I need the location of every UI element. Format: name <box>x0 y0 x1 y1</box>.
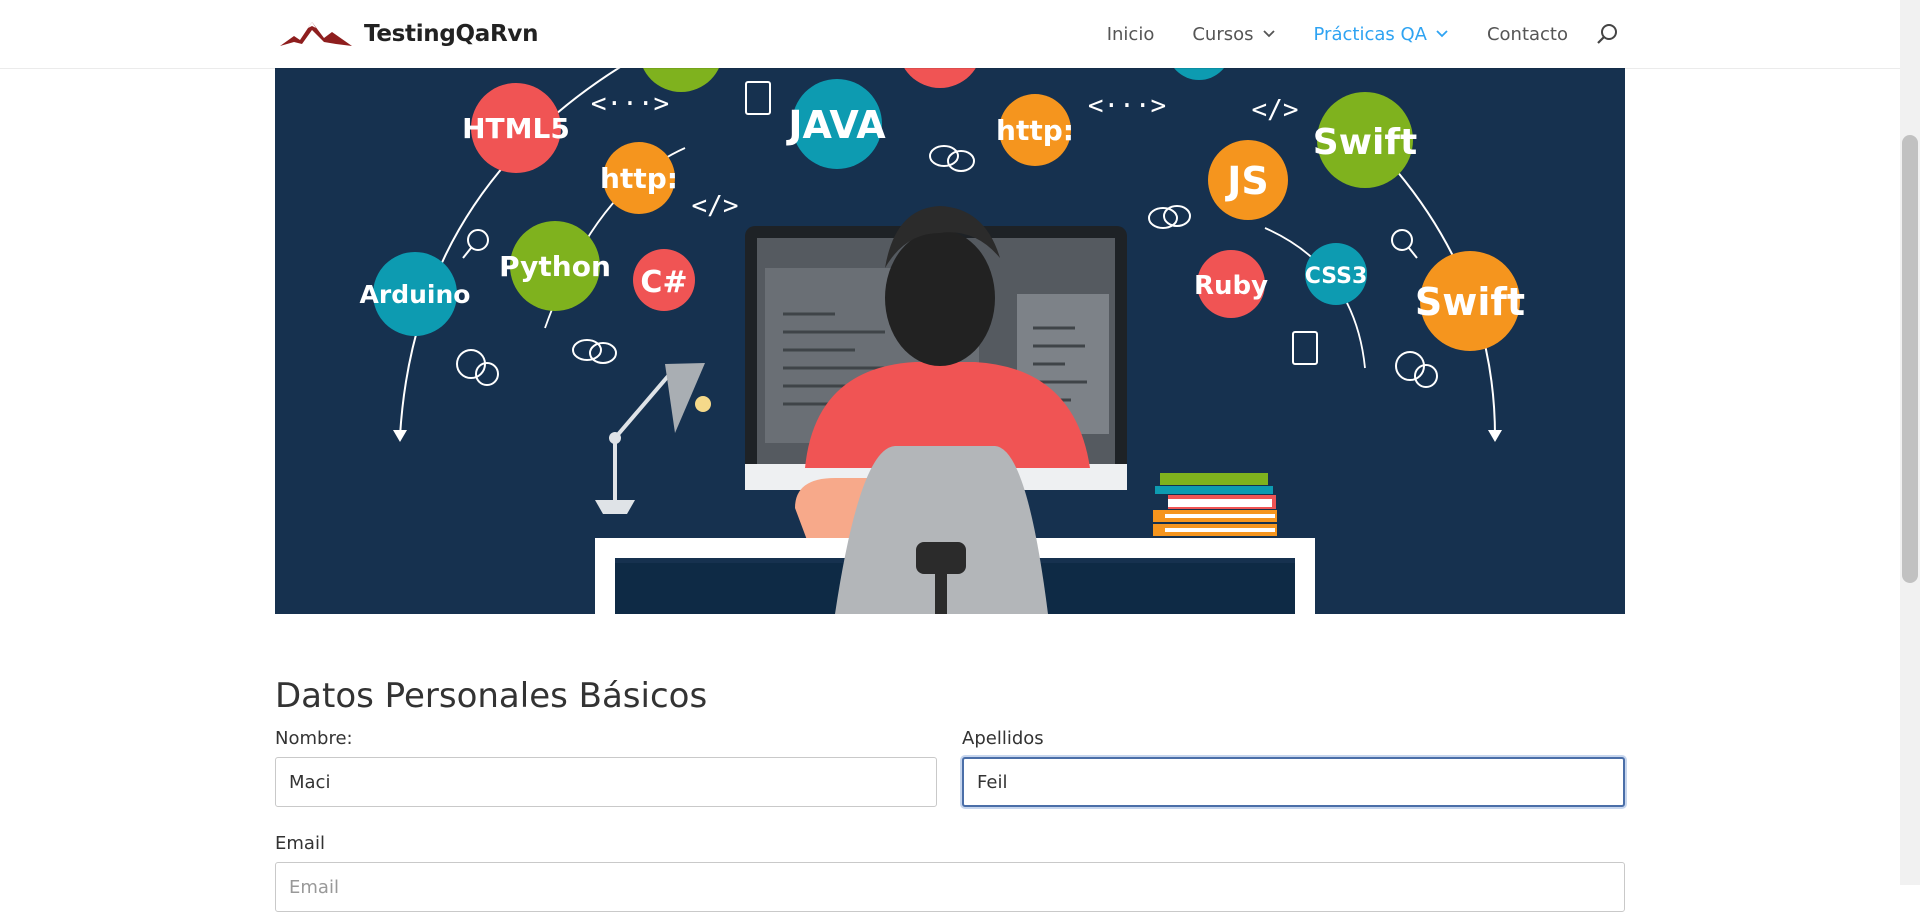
nombre-field[interactable] <box>275 757 937 807</box>
apellidos-field[interactable] <box>962 757 1625 807</box>
badge-label: C# <box>640 265 687 300</box>
nav-item-contacto[interactable]: Contacto <box>1487 24 1568 45</box>
nav-item-practicas-qa[interactable]: Prácticas QA <box>1314 24 1449 45</box>
hero-illustration: HTML5 JAVA http: Swift http: JS Python C… <box>275 68 1625 614</box>
badge-label: Python <box>499 250 611 283</box>
badge-label: Arduino <box>360 280 471 309</box>
badge-label: JS <box>1224 159 1269 203</box>
chevron-down-icon <box>1262 30 1275 38</box>
main-nav: Inicio Cursos Prácticas QA Contacto <box>1069 0 1618 68</box>
badge-label: Swift <box>1415 280 1525 324</box>
code-symbol: </> <box>692 191 739 221</box>
search-icon[interactable] <box>1596 23 1618 45</box>
badge-label: Swift <box>1313 122 1417 163</box>
badge-label: JAVA <box>785 103 886 147</box>
badge-label: http: <box>600 162 678 195</box>
nav-item-label: Cursos <box>1192 23 1254 45</box>
nav-item-inicio[interactable]: Inicio <box>1107 24 1155 45</box>
apellidos-label: Apellidos <box>962 728 1044 749</box>
code-symbol: <···> <box>1088 91 1166 121</box>
email-label: Email <box>275 833 325 854</box>
code-symbol: <···> <box>591 89 669 119</box>
badge-label: HTML5 <box>462 112 570 145</box>
badge-label: Ruby <box>1194 271 1268 301</box>
page-scrollbar-thumb[interactable] <box>1902 135 1918 583</box>
site-logo[interactable]: TestingQaRvn <box>280 16 539 52</box>
email-field[interactable] <box>275 862 1625 912</box>
chevron-down-icon <box>1436 30 1448 38</box>
nav-item-cursos[interactable]: Cursos <box>1192 24 1275 45</box>
code-symbol: </> <box>1252 95 1299 125</box>
nav-item-label: Prácticas QA <box>1313 23 1427 45</box>
mountain-logo-icon <box>280 22 352 46</box>
code-symbol: </> <box>1032 95 1079 125</box>
form-title: Datos Personales Básicos <box>275 676 708 716</box>
nombre-label: Nombre: <box>275 728 353 749</box>
programmer-illustration: HTML5 JAVA http: Swift http: JS Python C… <box>275 68 1625 614</box>
site-header: TestingQaRvn Inicio Cursos Prácticas QA … <box>0 0 1900 68</box>
nav-item-label: Contacto <box>1486 23 1568 45</box>
nav-item-label: Inicio <box>1106 23 1155 45</box>
brand-name: TestingQaRvn <box>364 21 539 47</box>
badge-label: CSS3 <box>1305 264 1368 289</box>
